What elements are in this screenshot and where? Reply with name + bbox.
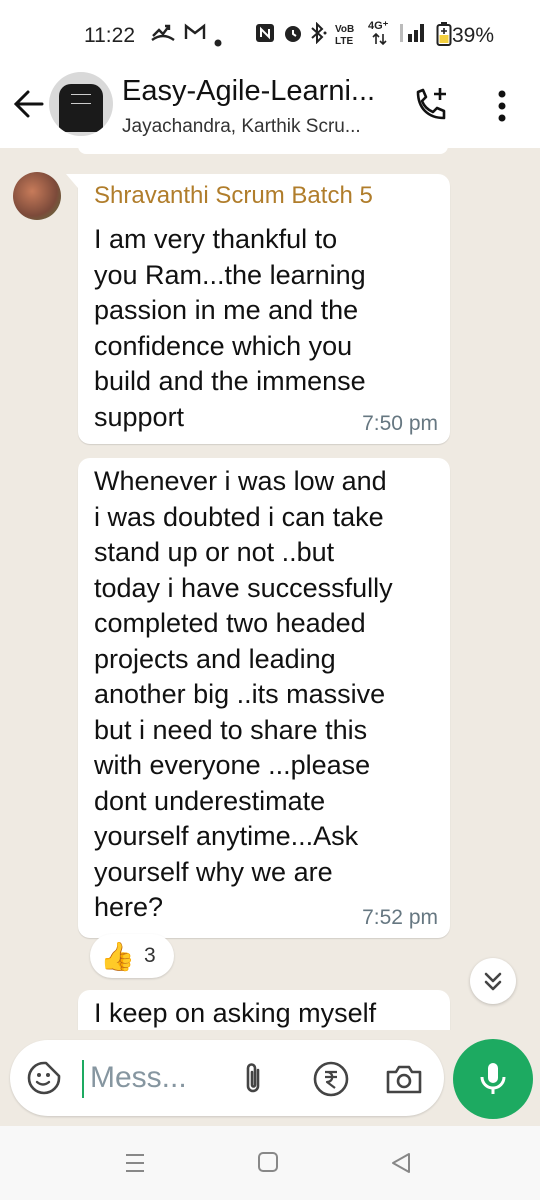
payment-button[interactable] [312,1060,350,1098]
previous-message-edge [78,148,448,154]
message-input[interactable] [90,1058,230,1098]
text-cursor [82,1060,84,1098]
system-navigation-bar [0,1126,540,1200]
phone-add-icon [416,88,446,120]
home-icon [258,1152,278,1172]
home-button[interactable] [257,1151,279,1173]
svg-text:4G⁺: 4G⁺ [368,20,389,32]
status-bar: 11:22 VoB LTE 4G⁺ 39% [0,0,540,70]
microphone-icon [480,1063,506,1094]
4g-icon: 4G⁺ [366,18,396,52]
thumbs-up-icon: 👍 [100,941,135,972]
message-bubble[interactable]: Shravanthi Scrum Batch 5 I am very thank… [66,174,450,444]
message-text: I keep on asking myself [94,998,377,1028]
signal-icon [398,22,428,50]
sticker-button[interactable] [26,1060,62,1096]
message-bubble[interactable]: I keep on asking myself [78,990,450,1030]
chat-header: Easy-Agile-Learni... Jayachandra, Karthi… [0,64,540,148]
paperclip-icon [246,1063,260,1093]
back-button[interactable] [10,84,46,124]
camera-icon [386,1065,422,1094]
message-text: Whenever i was low and i was doubted i c… [94,466,393,922]
triangle-back-icon [392,1153,410,1173]
sticker-icon [27,1061,61,1095]
rupee-icon [313,1061,349,1097]
volte-icon: VoB LTE [334,22,360,52]
status-time: 11:22 [84,24,135,47]
reaction-count: 3 [144,944,156,967]
nfc-icon [254,22,276,50]
alarm-icon [282,22,304,50]
sender-avatar[interactable] [13,172,61,220]
message-composer [10,1040,444,1116]
reaction-badge[interactable]: 👍 3 [90,934,174,978]
svg-text:LTE: LTE [335,36,353,46]
battery-percentage: 39% [452,24,495,47]
add-call-button[interactable] [410,84,454,128]
battery-icon [436,22,452,52]
gmail-icon [183,22,207,48]
scroll-to-bottom-button[interactable] [470,958,516,1004]
dot-icon [214,30,222,53]
bluetooth-icon [308,21,328,50]
arrow-left-icon [13,90,44,118]
missed-call-icon [150,22,176,50]
system-back-button[interactable] [390,1151,412,1175]
recent-apps-button[interactable] [124,1152,146,1174]
chat-title[interactable]: Easy-Agile-Learni... [122,75,375,108]
chat-participants[interactable]: Jayachandra, Karthik Scru... [122,116,361,138]
voice-message-button[interactable] [453,1039,533,1119]
message-time: 7:52 pm [362,906,438,929]
double-chevron-down-icon [484,972,502,991]
more-options-button[interactable] [488,86,516,126]
svg-text:VoB: VoB [335,24,354,35]
sender-name[interactable]: Shravanthi Scrum Batch 5 [94,182,373,210]
recents-icon [126,1154,144,1172]
chat-area[interactable]: Shravanthi Scrum Batch 5 I am very thank… [0,148,540,1030]
message-bubble[interactable]: Whenever i was low and i was doubted i c… [78,458,450,938]
attach-button[interactable] [238,1060,268,1098]
message-text: I am very thankful to you Ram...the lear… [94,224,366,432]
group-avatar[interactable] [49,72,113,136]
camera-button[interactable] [384,1060,424,1098]
message-time: 7:50 pm [362,412,438,435]
kebab-menu-icon [498,90,506,122]
